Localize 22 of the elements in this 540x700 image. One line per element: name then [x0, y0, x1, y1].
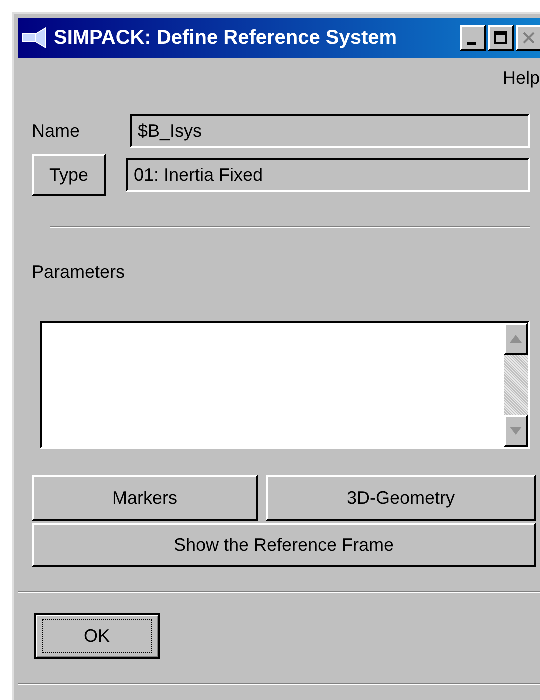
scroll-down-button[interactable]	[504, 415, 528, 447]
down-arrow-icon	[510, 427, 522, 435]
type-button[interactable]: Type	[32, 154, 106, 196]
minimize-button[interactable]	[460, 25, 486, 51]
maximize-icon	[493, 30, 509, 46]
parameters-label: Parameters	[32, 262, 126, 283]
close-button[interactable]	[516, 25, 540, 51]
minimize-icon	[466, 42, 476, 44]
close-icon	[521, 30, 537, 46]
scroll-up-button[interactable]	[504, 323, 528, 355]
parameters-list[interactable]	[40, 321, 530, 449]
window-title: SIMPACK: Define Reference System	[54, 26, 398, 50]
name-field[interactable]: $B_Isys	[130, 114, 530, 148]
maximize-button[interactable]	[488, 25, 514, 51]
action-button[interactable]: 3D-Geometry	[266, 475, 536, 521]
name-label: Name	[32, 120, 82, 142]
show-frame-button[interactable]: Show the Reference Frame	[32, 523, 536, 567]
type-field[interactable]: 01: Inertia Fixed	[126, 158, 530, 192]
menu-item[interactable]: Help	[502, 68, 540, 98]
action-button[interactable]: Markers	[32, 475, 258, 521]
ok-button[interactable]: OK	[34, 613, 160, 659]
up-arrow-icon	[510, 335, 522, 343]
